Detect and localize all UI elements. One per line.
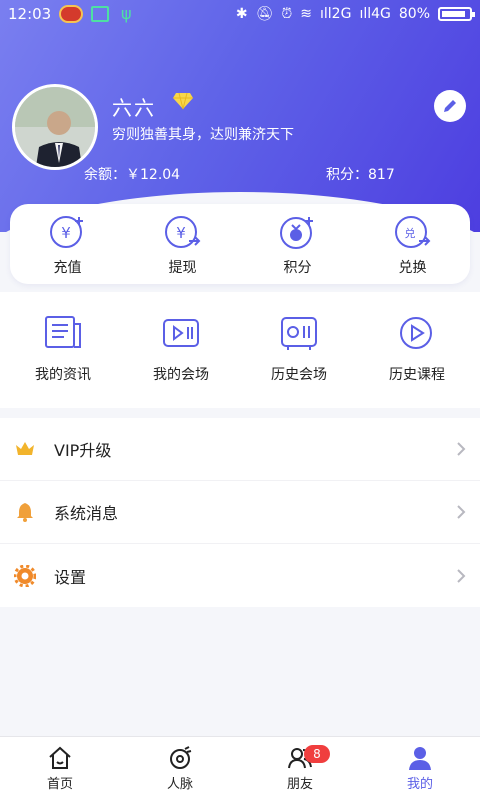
menu-label-settings: 设置 — [54, 567, 87, 587]
status-time: 12:03 — [8, 5, 52, 23]
app-notification-icon — [59, 5, 84, 23]
menu-item-system-messages[interactable]: 系统消息 — [0, 481, 480, 544]
recharge-button[interactable]: ¥ 充值 — [18, 211, 118, 277]
avatar[interactable] — [12, 84, 98, 170]
media-grid: 我的资讯 我的会场 历史会场 历史课程 — [0, 292, 480, 408]
withdraw-button[interactable]: ¥ 提现 — [133, 211, 233, 277]
nav-friends[interactable]: 朋友 8 — [240, 737, 360, 800]
quick-label-points: 积分 — [283, 260, 312, 276]
my-venue-button[interactable]: 我的会场 — [122, 312, 240, 408]
media-label-my-venue: 我的会场 — [153, 367, 209, 383]
battery-percent: 80% — [398, 6, 430, 22]
battery-icon — [438, 7, 475, 21]
gear-icon — [14, 564, 36, 587]
pencil-icon — [444, 100, 456, 112]
balance-text: 余额：￥12.04 — [84, 167, 181, 183]
chevron-right-icon — [457, 568, 466, 583]
history-course-button[interactable]: 历史课程 — [358, 312, 476, 408]
exchange-icon: 兑 — [394, 216, 430, 248]
signal-2g: ıll2G — [320, 6, 352, 22]
settings-menu: VIP升级 系统消息 设置 — [0, 418, 480, 607]
signal-4g: ıll4G — [359, 6, 391, 22]
friends-count-badge: 8 — [304, 745, 330, 763]
nav-label-profile: 我的 — [406, 777, 433, 792]
quick-label-recharge: 充值 — [53, 260, 82, 276]
history-venue-icon — [281, 317, 317, 350]
user-motto: 穷则独善其身，达则兼济天下 — [112, 127, 294, 143]
chevron-right-icon — [457, 505, 466, 519]
bottom-nav: 首页 人脉 朋友 8 我的 — [0, 736, 480, 800]
recharge-icon: ¥ — [49, 216, 83, 248]
status-right: ✱ 🔕︎ ⏰︎ ≋ ıll2G ıll4G 80% — [235, 6, 475, 22]
nav-contacts[interactable]: 人脉 — [120, 737, 240, 800]
svg-text:兑: 兑 — [404, 226, 415, 240]
quick-label-exchange: 兑换 — [398, 260, 427, 276]
menu-label-messages: 系统消息 — [54, 504, 119, 523]
nav-label-friends: 朋友 — [286, 777, 313, 792]
news-icon — [45, 316, 81, 348]
bell-icon — [17, 503, 33, 522]
mute-icon: 🔕︎ — [255, 6, 274, 22]
quick-actions-card: ¥ 充值 ¥ 提现 积分 兑 兑换 — [10, 204, 470, 284]
status-left: 12:03 ψ — [8, 5, 135, 23]
user-name: 六六 — [112, 96, 156, 120]
media-label-history-course: 历史课程 — [389, 367, 445, 383]
wifi-icon: ≋ — [300, 6, 312, 22]
points-text: 积分：817 — [326, 167, 395, 183]
edit-profile-button[interactable] — [434, 90, 466, 122]
menu-label-vip: VIP升级 — [54, 441, 112, 460]
history-venue-button[interactable]: 历史会场 — [240, 312, 358, 408]
media-label-history-venue: 历史会场 — [271, 367, 327, 383]
history-course-icon — [400, 317, 432, 349]
menu-item-settings[interactable]: 设置 — [0, 544, 480, 607]
scan-notification-icon — [91, 6, 110, 22]
crown-icon — [16, 442, 34, 455]
points-icon — [279, 217, 313, 249]
chevron-right-icon — [457, 442, 466, 456]
svg-text:¥: ¥ — [61, 224, 71, 242]
points-button[interactable]: 积分 — [248, 211, 348, 277]
nav-label-home: 首页 — [46, 777, 73, 792]
exchange-button[interactable]: 兑 兑换 — [363, 211, 463, 277]
contacts-icon — [170, 746, 192, 769]
status-bar: 12:03 ψ ✱ 🔕︎ ⏰︎ ≋ ıll2G ıll4G 80% — [0, 0, 480, 28]
nav-label-contacts: 人脉 — [166, 777, 193, 792]
profile-icon — [409, 747, 431, 770]
bluetooth-icon: ✱ — [235, 6, 248, 22]
usb-icon: ψ — [120, 4, 132, 23]
nav-home[interactable]: 首页 — [0, 737, 120, 800]
nav-profile[interactable]: 我的 — [360, 737, 480, 800]
svg-text:¥: ¥ — [176, 224, 186, 242]
my-venue-icon — [163, 319, 199, 347]
diamond-icon — [173, 92, 193, 110]
home-icon — [49, 746, 71, 769]
menu-item-vip-upgrade[interactable]: VIP升级 — [0, 418, 480, 481]
withdraw-icon: ¥ — [164, 216, 200, 248]
my-news-button[interactable]: 我的资讯 — [4, 312, 122, 408]
media-label-news: 我的资讯 — [35, 367, 91, 383]
quick-label-withdraw: 提现 — [168, 260, 197, 276]
alarm-icon: ⏰︎ — [281, 6, 293, 22]
